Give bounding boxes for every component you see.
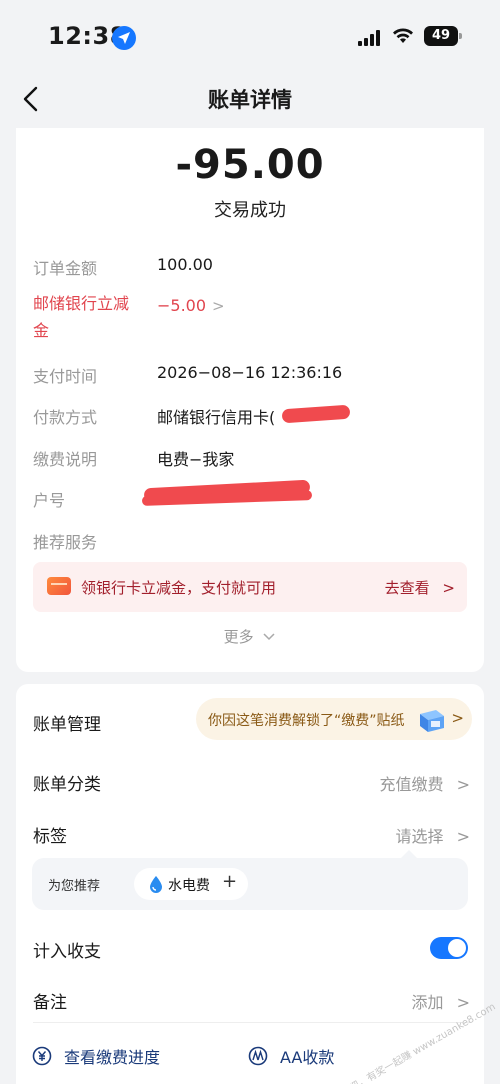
tag-value: 请选择 [395,827,444,846]
plus-icon: + [222,871,238,892]
chevron-right-icon: > [451,709,464,727]
transaction-detail-card: -95.00 交易成功 订单金额 100.00 邮储银行立减 金 −5.00 > … [16,128,484,672]
tag-selector[interactable]: 请选择 > [395,823,470,847]
include-income-expense-label: 计入收支 [33,942,101,962]
bill-management-title: 账单管理 [33,715,101,735]
note-add-button[interactable]: 添加 > [411,989,470,1013]
order-amount-label: 订单金额 [33,259,98,278]
toggle-knob [448,939,466,957]
recommend-service-label: 推荐服务 [33,533,98,552]
discount-label-line2: 金 [33,321,50,340]
aa-collect-icon [248,1046,268,1066]
order-amount-value: 100.00 [157,255,213,274]
chevron-right-icon: > [442,579,455,597]
recommend-label: 为您推荐 [48,879,101,894]
wifi-icon [393,28,413,43]
view-payment-progress-button[interactable]: 查看缴费进度 [64,1044,160,1068]
bank-card-icon [47,577,71,595]
sticker-unlock-badge[interactable]: 你因这笔消费解锁了“缴费”贴纸 > [196,698,472,740]
battery-icon: 49 [424,26,462,46]
note-add-label: 添加 [411,993,444,1012]
more-button[interactable]: 更多 [16,626,484,647]
chevron-right-icon: > [456,775,470,794]
discount-value-link[interactable]: −5.00 > [157,296,225,315]
transaction-status: 交易成功 [214,200,286,221]
aa-collect-button[interactable]: AA收款 [280,1044,334,1068]
pay-time-label: 支付时间 [33,367,98,386]
signal-icon [358,30,384,46]
transaction-amount: -95.00 [175,142,325,188]
chevron-right-icon: > [456,827,470,846]
pay-desc-label: 缴费说明 [33,450,98,469]
pay-method-value: 邮储银行信用卡( [157,408,276,427]
more-label: 更多 [223,628,254,646]
note-label: 备注 [33,993,67,1013]
page-title: 账单详情 [208,88,292,112]
tag-recommend-box: 为您推荐 水电费 + [32,850,468,910]
tag-chip-utilities[interactable]: 水电费 + [134,868,248,900]
chevron-down-icon [263,633,275,641]
bill-category-value: 充值缴费 [379,775,444,794]
tag-chip-label: 水电费 [168,878,210,894]
include-income-expense-toggle[interactable] [430,937,468,959]
redaction-mark [281,404,351,424]
bill-sticker-icon [420,710,444,732]
sticker-text: 你因这笔消费解锁了“缴费”贴纸 [208,713,405,729]
pay-desc-value: 电费−我家 [157,450,235,469]
location-arrow-icon [112,26,136,50]
bill-category-label: 账单分类 [33,775,101,795]
pay-time-value: 2026−08−16 12:36:16 [157,363,343,382]
chevron-right-icon: > [212,297,225,315]
yuan-circle-icon [32,1046,52,1066]
nav-bar: 账单详情 [0,70,500,126]
promo-text: 领银行卡立减金，支付就可用 [81,579,277,597]
discount-label-line1: 邮储银行立减 [33,294,130,313]
promo-view-link[interactable]: 去查看 > [385,577,455,598]
bill-management-card: 账单管理 你因这笔消费解锁了“缴费”贴纸 > 账单分类 充值缴费 > 标签 请选… [16,684,484,1084]
chevron-right-icon: > [456,993,470,1012]
status-bar: 12:38 49 [0,0,500,70]
water-drop-icon [150,876,162,893]
discount-label: 邮储银行立减 金 [33,290,129,344]
divider [33,1022,470,1023]
discount-value: −5.00 [157,296,207,315]
tag-label: 标签 [33,827,67,847]
bank-card-promo-banner[interactable]: 领银行卡立减金，支付就可用 去查看 > [33,562,467,612]
account-number-label: 户号 [33,491,66,510]
pay-method-label: 付款方式 [33,408,98,427]
bill-category-selector[interactable]: 充值缴费 > [379,771,470,795]
promo-link-label: 去查看 [384,579,430,597]
